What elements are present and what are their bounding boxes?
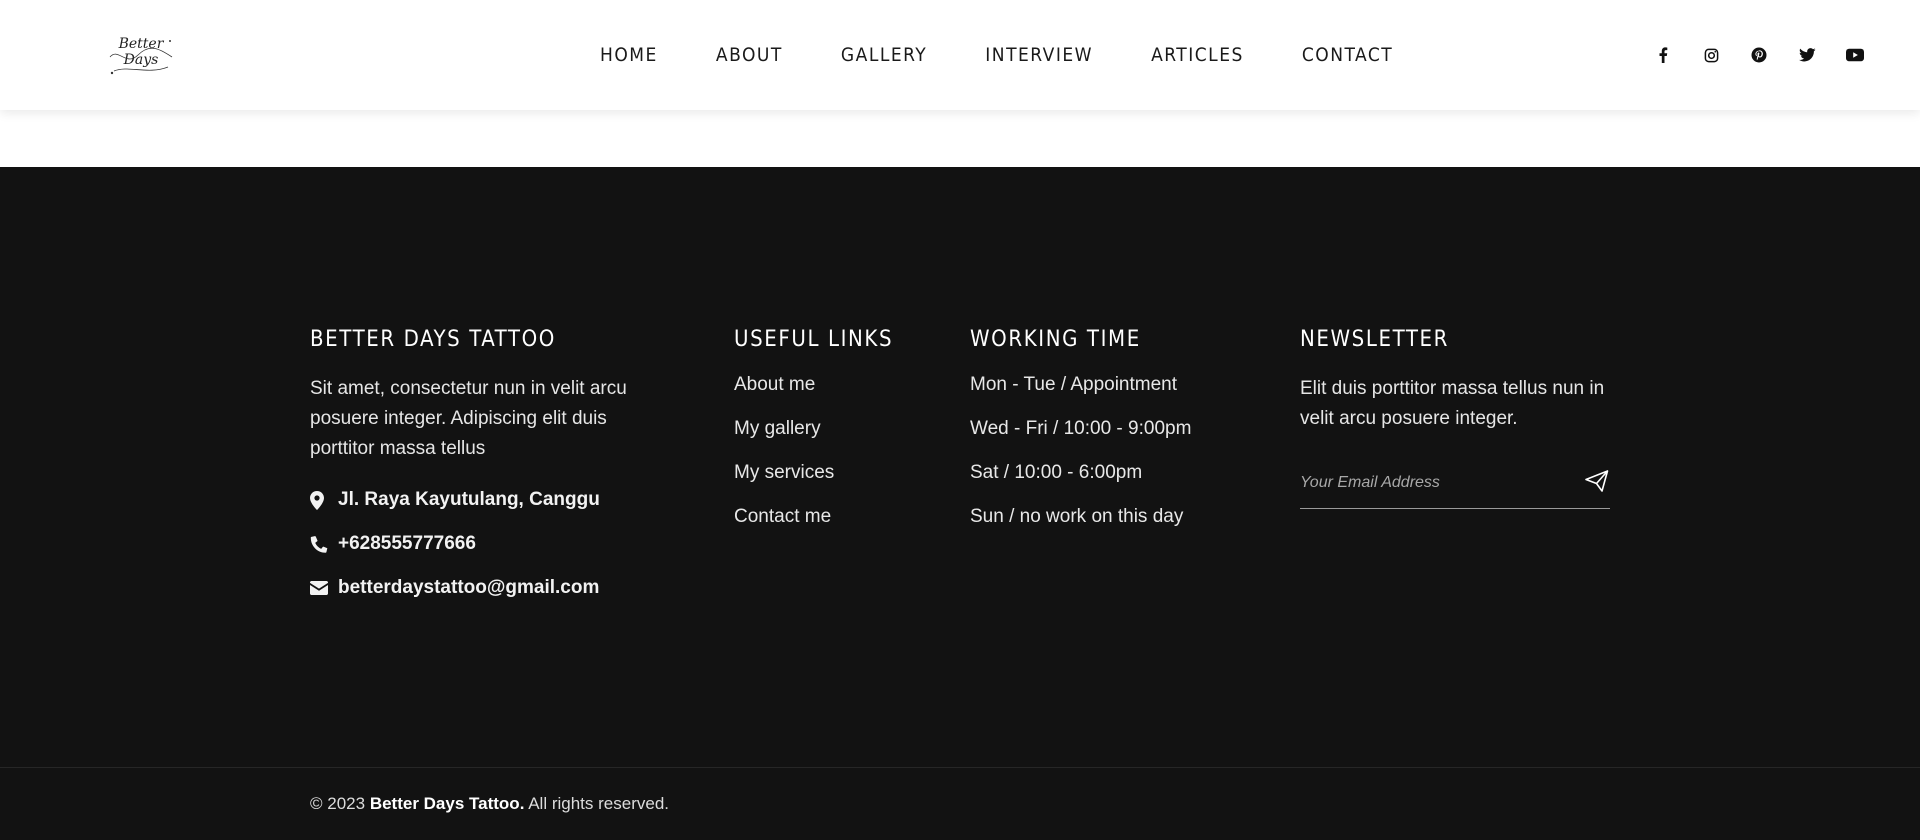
copyright-brand: Better Days Tattoo. bbox=[369, 794, 525, 813]
footer-links-column: USEFUL LINKS About me My gallery My serv… bbox=[734, 327, 914, 550]
site-footer: BETTER DAYS TATTOO Sit amet, consectetur… bbox=[0, 167, 1920, 840]
useful-links-list: About me My gallery My services Contact … bbox=[734, 374, 914, 530]
contact-list: Jl. Raya Kayutulang, Canggu +62855577766… bbox=[310, 488, 630, 600]
pinterest-icon[interactable] bbox=[1750, 46, 1768, 64]
contact-address: Jl. Raya Kayutulang, Canggu bbox=[310, 488, 630, 512]
main-nav: HOME ABOUT GALLERY INTERVIEW ARTICLES CO… bbox=[600, 0, 1393, 110]
footer-about-title: BETTER DAYS TATTOO bbox=[310, 327, 556, 352]
footer-about-description: Sit amet, consectetur nun in velit arcu … bbox=[310, 378, 627, 459]
contact-phone-text: +628555777666 bbox=[338, 533, 476, 554]
working-time-item: Sun / no work on this day bbox=[970, 506, 1184, 527]
twitter-icon[interactable] bbox=[1798, 46, 1816, 64]
nav-interview[interactable]: INTERVIEW bbox=[985, 44, 1093, 66]
contact-email[interactable]: betterdaystattoo@gmail.com bbox=[310, 576, 630, 600]
contact-email-text: betterdaystattoo@gmail.com bbox=[338, 577, 600, 598]
working-time-item: Wed - Fri / 10:00 - 9:00pm bbox=[970, 418, 1192, 439]
footer-newsletter-description: Elit duis porttitor massa tellus nun in … bbox=[1300, 378, 1605, 429]
nav-contact[interactable]: CONTACT bbox=[1302, 44, 1393, 66]
youtube-icon[interactable] bbox=[1846, 46, 1864, 64]
working-time-list: Mon - Tue / Appointment Wed - Fri / 10:0… bbox=[970, 374, 1250, 530]
newsletter-form bbox=[1300, 458, 1610, 509]
envelope-icon bbox=[310, 578, 330, 598]
footer-bottom-bar: © 2023 Better Days Tattoo. All rights re… bbox=[0, 767, 1920, 840]
nav-articles[interactable]: ARTICLES bbox=[1151, 44, 1244, 66]
facebook-icon[interactable] bbox=[1654, 46, 1672, 64]
footer-working-title: WORKING TIME bbox=[970, 327, 1141, 352]
send-icon[interactable] bbox=[1584, 468, 1610, 494]
link-my-gallery[interactable]: My gallery bbox=[734, 418, 914, 442]
link-contact-me[interactable]: Contact me bbox=[734, 506, 914, 530]
footer-links-title: USEFUL LINKS bbox=[734, 327, 894, 352]
footer-newsletter-column: NEWSLETTER Elit duis porttitor massa tel… bbox=[1300, 327, 1612, 509]
contact-phone[interactable]: +628555777666 bbox=[310, 532, 630, 556]
nav-about[interactable]: ABOUT bbox=[716, 44, 783, 66]
newsletter-email-input[interactable] bbox=[1300, 468, 1560, 498]
footer-newsletter-title: NEWSLETTER bbox=[1300, 327, 1450, 352]
contact-address-text: Jl. Raya Kayutulang, Canggu bbox=[338, 489, 600, 510]
working-time-item: Mon - Tue / Appointment bbox=[970, 374, 1178, 395]
logo[interactable]: Better Days bbox=[104, 27, 178, 79]
location-pin-icon bbox=[310, 490, 330, 510]
social-links bbox=[1624, 0, 1864, 110]
logo-flourish-icon bbox=[109, 40, 173, 75]
instagram-icon[interactable] bbox=[1702, 46, 1720, 64]
copyright: © 2023 Better Days Tattoo. All rights re… bbox=[310, 794, 669, 814]
nav-gallery[interactable]: GALLERY bbox=[841, 44, 927, 66]
phone-icon bbox=[310, 534, 330, 554]
nav-home[interactable]: HOME bbox=[600, 44, 658, 66]
site-header: Better Days HOME ABOUT GALLERY INTERVIEW… bbox=[0, 0, 1920, 110]
copyright-prefix: © 2023 bbox=[310, 794, 366, 813]
footer-working-time-column: WORKING TIME Mon - Tue / Appointment Wed… bbox=[970, 327, 1250, 550]
working-time-item: Sat / 10:00 - 6:00pm bbox=[970, 462, 1143, 483]
copyright-suffix: All rights reserved. bbox=[528, 794, 669, 813]
page: Better Days HOME ABOUT GALLERY INTERVIEW… bbox=[0, 0, 1920, 840]
footer-about-column: BETTER DAYS TATTOO Sit amet, consectetur… bbox=[310, 327, 630, 620]
link-about-me[interactable]: About me bbox=[734, 374, 914, 398]
link-my-services[interactable]: My services bbox=[734, 462, 914, 486]
